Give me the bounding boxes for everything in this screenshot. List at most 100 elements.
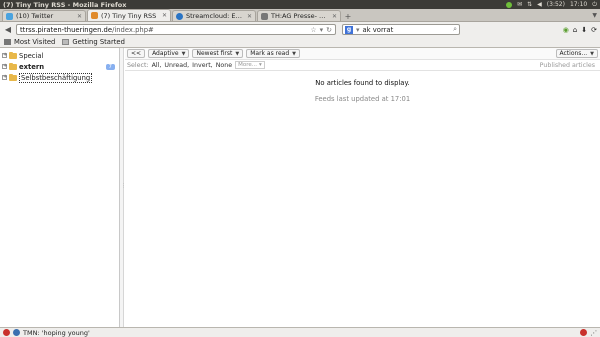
feed-category-selbstbeschaeftigung[interactable]: + Selbstbeschäftigung	[0, 72, 119, 83]
addon-status-icon[interactable]	[13, 329, 20, 336]
noscript-icon[interactable]	[579, 328, 587, 336]
feed-category-extern[interactable]: + extern 7	[0, 61, 119, 72]
more-select-value: More...	[238, 62, 258, 68]
status-text: TMN: 'hoping young'	[23, 328, 90, 337]
page-content: + Special + extern 7 + Selbstbeschäftigu…	[0, 48, 600, 327]
chevron-down-icon: ▾	[259, 62, 262, 68]
window-title: (7) Tiny Tiny RSS - Mozilla Firefox	[3, 0, 127, 9]
collapse-sidebar-button[interactable]: <<	[127, 49, 146, 58]
close-tab-icon[interactable]: ✕	[162, 12, 167, 19]
chevron-down-icon: ▼	[235, 50, 240, 57]
unread-counter-badge: 7	[105, 63, 115, 70]
addon-icon[interactable]: ◉	[563, 26, 569, 34]
chevron-down-icon: ▼	[181, 50, 186, 57]
reload-icon[interactable]: ↻	[326, 26, 332, 34]
view-mode-select[interactable]: Adaptive ▼	[148, 49, 190, 58]
expand-icon[interactable]: +	[2, 53, 7, 58]
expand-icon[interactable]: +	[2, 75, 7, 80]
tab-label: (10) Twitter	[16, 12, 54, 20]
status-bar: TMN: 'hoping young' ⋰	[0, 327, 600, 337]
chevron-down-icon: ▼	[590, 50, 594, 57]
folder-icon	[9, 51, 17, 59]
window-title-bar: (7) Tiny Tiny RSS - Mozilla Firefox ✉ ⇅ …	[0, 0, 600, 9]
spotify-icon[interactable]	[506, 1, 513, 8]
order-value: Newest first	[196, 50, 233, 57]
bookmark-most-visited[interactable]: Most Visited	[4, 38, 55, 46]
bookmarks-toolbar: Most Visited Getting Started	[0, 37, 600, 48]
volume-icon[interactable]: ◀	[537, 1, 542, 8]
url-domain: ttrss.piraten-thueringen.de	[20, 25, 113, 34]
system-tray: ✉ ⇅ ◀ (3:52) 17:10 ⏻	[506, 1, 597, 9]
select-label: Select:	[127, 61, 149, 69]
actions-label: Actions...	[559, 50, 588, 57]
select-none-link[interactable]: None	[216, 62, 232, 69]
mail-icon[interactable]: ✉	[517, 1, 522, 8]
download-icon[interactable]: ⬇	[581, 26, 587, 34]
new-tab-button[interactable]: +	[342, 11, 354, 21]
tab-tiny-tiny-rss[interactable]: (7) Tiny Tiny RSS ✕	[87, 9, 171, 21]
empty-message: No articles found to display.	[315, 79, 410, 87]
tab-twitter[interactable]: (10) Twitter ✕	[2, 10, 86, 21]
tab-streamcloud[interactable]: Streamcloud: Easy... ✕	[172, 10, 256, 21]
tab-strip: (10) Twitter ✕ (7) Tiny Tiny RSS ✕ Strea…	[0, 9, 600, 22]
cloud-icon	[176, 12, 183, 20]
expand-icon[interactable]: +	[2, 64, 7, 69]
bookmark-label: Most Visited	[14, 38, 56, 46]
mark-as-read-label: Mark as read	[250, 50, 290, 57]
twitter-bird-icon	[6, 12, 13, 20]
bookmark-folder-icon	[4, 39, 11, 45]
feed-label: extern	[19, 62, 45, 71]
clock[interactable]: 17:10	[570, 1, 587, 8]
published-articles-link[interactable]: Published articles	[540, 62, 595, 69]
power-icon[interactable]: ⏻	[592, 1, 597, 9]
page-icon	[62, 39, 70, 45]
google-icon[interactable]: g	[345, 25, 353, 34]
nav-tools: ◉ ⌂ ⬇ ⟳	[563, 26, 597, 34]
folder-icon	[9, 73, 17, 81]
search-icon[interactable]: ⌕	[453, 25, 457, 34]
tab-label: Streamcloud: Easy...	[186, 12, 244, 20]
rss-icon	[91, 12, 98, 19]
select-invert-link[interactable]: Invert,	[192, 62, 213, 69]
tab-list-chevron-down-icon[interactable]: ▼	[592, 12, 597, 19]
engine-dropdown-icon[interactable]: ▾	[356, 26, 360, 34]
view-mode-value: Adaptive	[152, 50, 179, 57]
select-all-link[interactable]: All,	[152, 62, 162, 69]
url-text[interactable]: ttrss.piraten-thueringen.de/index.php#	[20, 26, 307, 34]
url-path: /index.php#	[112, 25, 154, 34]
search-input[interactable]: ak vorrat	[363, 26, 451, 34]
pane-splitter[interactable]: ⋮	[120, 48, 126, 327]
tab-label: (7) Tiny Tiny RSS	[101, 11, 157, 20]
last-updated-text: Feeds last updated at 17:01	[314, 95, 411, 103]
close-tab-icon[interactable]: ✕	[77, 13, 82, 20]
more-select[interactable]: More... ▾	[235, 61, 265, 69]
bookmark-getting-started[interactable]: Getting Started	[62, 38, 125, 46]
feed-category-special[interactable]: + Special	[0, 50, 119, 61]
sync-icon[interactable]: ⟳	[591, 26, 597, 34]
select-bar: Select: All, Unread, Invert, None More..…	[125, 60, 600, 71]
actions-menu-button[interactable]: Actions... ▼	[555, 49, 598, 58]
tab-thag-presse[interactable]: TH:AG Presse- und... ✕	[257, 10, 341, 21]
network-icon[interactable]: ⇅	[527, 1, 532, 8]
page-icon	[261, 12, 268, 20]
bookmark-star-icon[interactable]: ☆	[310, 26, 316, 34]
back-button[interactable]: ◀	[3, 25, 13, 35]
folder-icon	[9, 62, 17, 70]
close-tab-icon[interactable]: ✕	[332, 13, 337, 20]
status-right-icons: ⋰	[579, 328, 598, 337]
headlines-pane: << Adaptive ▼ Newest first ▼ Mark as rea…	[125, 48, 600, 327]
mark-as-read-button[interactable]: Mark as read ▼	[246, 49, 301, 58]
feed-label: Special	[19, 51, 44, 60]
close-tab-icon[interactable]: ✕	[247, 13, 252, 20]
stop-icon[interactable]	[3, 329, 10, 336]
battery-status[interactable]: (3:52)	[547, 1, 565, 8]
search-bar[interactable]: g ▾ ak vorrat ⌕	[342, 24, 460, 35]
navigation-toolbar: ◀ ttrss.piraten-thueringen.de/index.php#…	[0, 22, 600, 37]
history-dropdown-icon[interactable]: ▾	[320, 26, 324, 34]
order-select[interactable]: Newest first ▼	[192, 49, 244, 58]
select-unread-link[interactable]: Unread,	[164, 62, 189, 69]
url-bar[interactable]: ttrss.piraten-thueringen.de/index.php# ☆…	[16, 24, 336, 35]
headlines-toolbar: << Adaptive ▼ Newest first ▼ Mark as rea…	[125, 48, 600, 60]
resize-grip-icon[interactable]: ⋰	[591, 329, 598, 337]
home-icon[interactable]: ⌂	[573, 26, 577, 34]
